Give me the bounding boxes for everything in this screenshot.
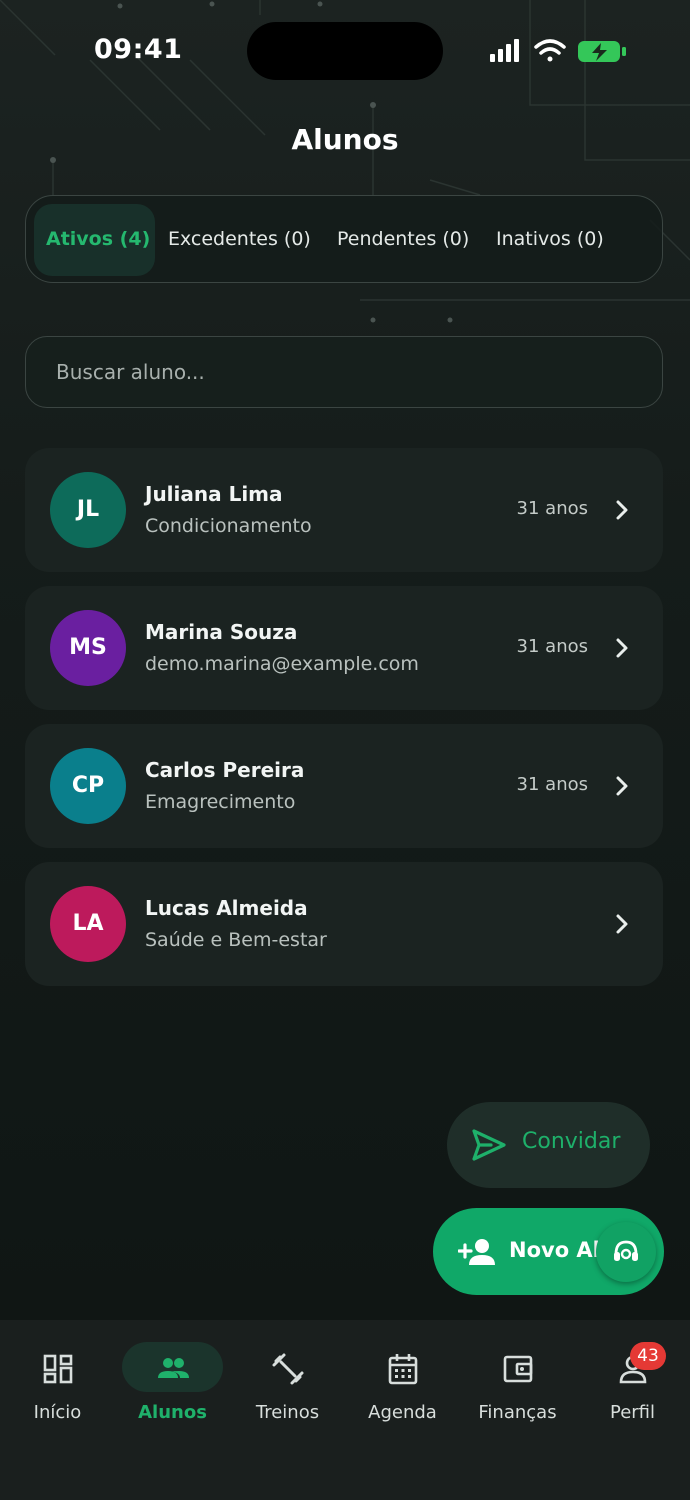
chevron-right-icon xyxy=(616,500,628,520)
nav-item-financas[interactable]: Finanças xyxy=(460,1320,575,1450)
chevron-right-icon xyxy=(616,914,628,934)
nav-item-treinos[interactable]: Treinos xyxy=(230,1320,345,1450)
signal-icon xyxy=(490,39,519,62)
send-icon xyxy=(472,1129,506,1161)
student-card-marina-souza[interactable]: MS Marina Souza demo.marina@example.com … xyxy=(25,586,663,710)
nav-item-perfil[interactable]: Perfil xyxy=(575,1320,690,1450)
chevron-right-icon xyxy=(616,638,628,658)
invite-label: Convidar xyxy=(522,1129,621,1154)
tab-inativos[interactable]: Inativos (0) xyxy=(496,196,604,284)
nav-label: Treinos xyxy=(255,1402,320,1423)
status-time: 09:41 xyxy=(94,34,183,65)
support-chat-button[interactable] xyxy=(596,1222,656,1282)
wifi-icon xyxy=(534,39,566,62)
dynamic-island xyxy=(247,22,443,80)
nav-item-inicio[interactable]: Início xyxy=(0,1320,115,1450)
student-age: 31 anos xyxy=(516,774,588,795)
student-card-carlos-pereira[interactable]: CP Carlos Pereira Emagrecimento 31 anos xyxy=(25,724,663,848)
invite-button[interactable]: Convidar xyxy=(447,1102,650,1188)
student-name: Juliana Lima xyxy=(145,482,283,506)
wallet-icon xyxy=(503,1355,533,1383)
nav-item-alunos[interactable]: Alunos xyxy=(115,1320,230,1450)
chevron-right-icon xyxy=(616,776,628,796)
avatar: LA xyxy=(50,886,126,962)
student-subtitle: demo.marina@example.com xyxy=(145,653,419,675)
student-name: Carlos Pereira xyxy=(145,758,305,782)
student-card-juliana-lima[interactable]: JL Juliana Lima Condicionamento 31 anos xyxy=(25,448,663,572)
student-name: Marina Souza xyxy=(145,620,298,644)
dashboard-icon xyxy=(43,1354,73,1384)
battery-charging-icon xyxy=(578,41,626,62)
people-icon xyxy=(158,1358,189,1378)
student-subtitle: Condicionamento xyxy=(145,515,312,537)
nav-label: Início xyxy=(33,1402,82,1423)
nav-label: Alunos xyxy=(138,1402,207,1423)
headset-icon xyxy=(614,1240,638,1261)
search-input[interactable] xyxy=(25,336,663,408)
nav-label: Agenda xyxy=(368,1402,437,1423)
nav-label: Perfil xyxy=(609,1402,656,1423)
tab-pendentes[interactable]: Pendentes (0) xyxy=(337,196,469,284)
notification-badge: 43 xyxy=(630,1342,666,1370)
nav-label: Finanças xyxy=(478,1402,557,1423)
avatar: CP xyxy=(50,748,126,824)
calendar-icon xyxy=(388,1354,418,1385)
dumbbell-icon xyxy=(272,1353,304,1385)
status-icons xyxy=(490,39,626,62)
student-age: 31 anos xyxy=(516,636,588,657)
avatar: MS xyxy=(50,610,126,686)
nav-item-agenda[interactable]: Agenda xyxy=(345,1320,460,1450)
student-subtitle: Saúde e Bem-estar xyxy=(145,929,327,951)
tab-ativos[interactable]: Ativos (4) xyxy=(46,196,150,284)
avatar: JL xyxy=(50,472,126,548)
page-title: Alunos xyxy=(291,123,399,156)
student-age: 31 anos xyxy=(516,498,588,519)
student-name: Lucas Almeida xyxy=(145,896,308,920)
status-tabs: Ativos (4) Excedentes (0) Pendentes (0) … xyxy=(25,195,663,283)
student-card-lucas-almeida[interactable]: LA Lucas Almeida Saúde e Bem-estar xyxy=(25,862,663,986)
tab-excedentes[interactable]: Excedentes (0) xyxy=(168,196,311,284)
student-subtitle: Emagrecimento xyxy=(145,791,296,813)
add-person-icon xyxy=(458,1239,495,1265)
